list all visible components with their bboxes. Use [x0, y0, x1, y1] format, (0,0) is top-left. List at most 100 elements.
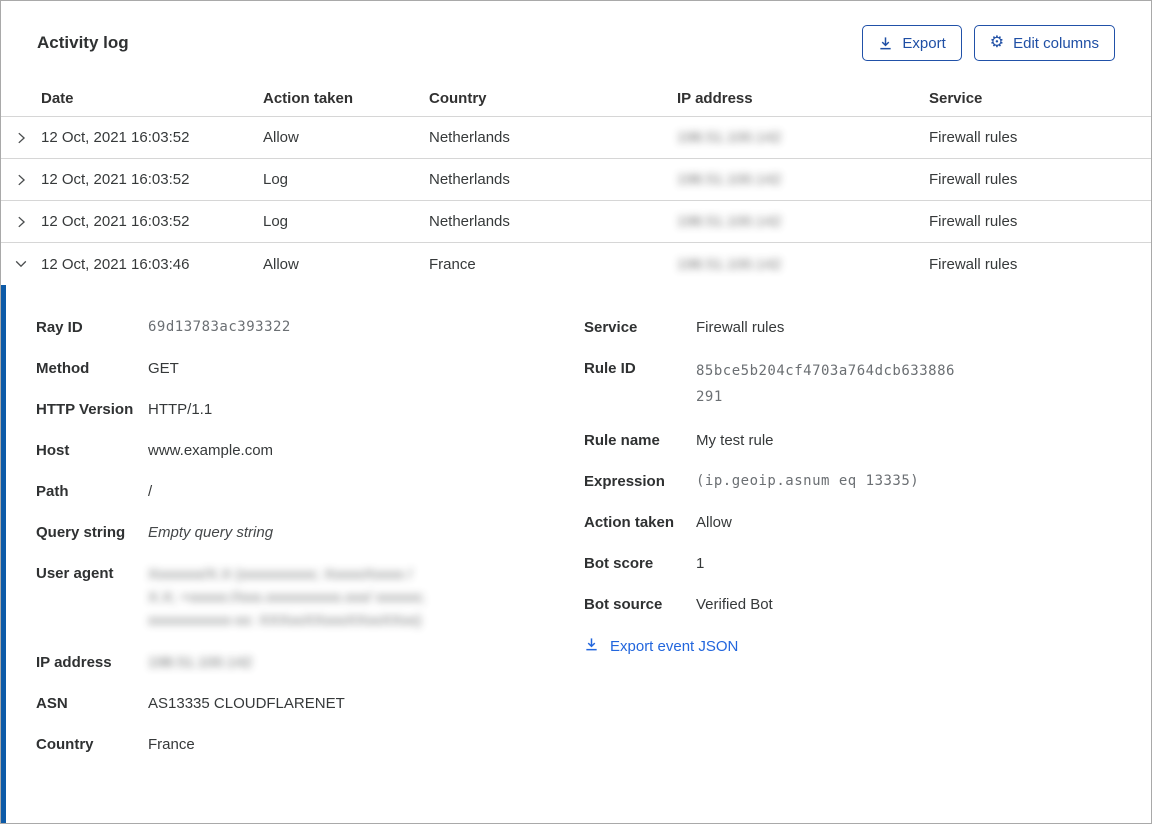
- detail-field-country: Country France: [36, 734, 584, 755]
- column-header-ip-address: IP address: [677, 90, 753, 107]
- detail-field-ip-address: IP address 198.51.100.142: [36, 652, 584, 673]
- row-date: 12 Oct, 2021 16:03:52: [41, 213, 190, 230]
- field-label: Method: [36, 360, 90, 377]
- bot-score-value: 1: [696, 555, 705, 572]
- row-action-taken: Log: [263, 171, 289, 188]
- field-label: ASN: [36, 695, 68, 712]
- country-value: France: [148, 736, 195, 753]
- field-label: Rule ID: [584, 360, 636, 377]
- row-country: Netherlands: [429, 129, 510, 146]
- field-label: Host: [36, 442, 70, 459]
- topbar: Activity log Export ⚙ Edit columns: [1, 1, 1151, 81]
- gear-icon: ⚙: [989, 34, 1005, 51]
- field-label: Query string: [36, 524, 126, 541]
- field-label: IP address: [36, 654, 112, 671]
- export-button-label: Export: [902, 34, 946, 52]
- detail-field-rule-name: Rule name My test rule: [584, 430, 1115, 451]
- field-label: HTTP Version: [36, 401, 134, 418]
- column-header-country: Country: [429, 90, 487, 107]
- detail-field-rule-id: Rule ID 85bce5b204cf4703a764dcb633886291: [584, 358, 1115, 410]
- row-ip-address-redacted: 198.51.100.142: [677, 255, 782, 273]
- event-details-right-column: Service Firewall rules Rule ID 85bce5b20…: [584, 317, 1115, 813]
- table-row[interactable]: 12 Oct, 2021 16:03:52 Allow Netherlands …: [1, 117, 1151, 159]
- row-action-taken: Allow: [263, 255, 299, 273]
- field-label: Rule name: [584, 432, 660, 449]
- detail-field-service: Service Firewall rules: [584, 317, 1115, 338]
- expression-value: (ip.geoip.asnum eq 13335): [696, 473, 920, 489]
- detail-field-method: Method GET: [36, 358, 584, 379]
- host-value: www.example.com: [148, 442, 274, 459]
- expand-chevron-right-icon[interactable]: [1, 173, 41, 187]
- detail-field-path: Path /: [36, 481, 584, 502]
- bot-source-value: Verified Bot: [696, 596, 773, 613]
- field-label: Action taken: [584, 514, 675, 531]
- activity-log-panel: Activity log Export ⚙ Edit columns Date …: [0, 0, 1152, 824]
- row-action-taken: Log: [263, 213, 289, 230]
- row-date: 12 Oct, 2021 16:03:52: [41, 171, 190, 188]
- expand-chevron-right-icon[interactable]: [1, 131, 41, 145]
- row-service: Firewall rules: [929, 213, 1018, 230]
- action-taken-value: Allow: [696, 514, 732, 531]
- table-header: Date Action taken Country IP address Ser…: [1, 81, 1151, 117]
- detail-field-host: Host www.example.com: [36, 440, 584, 461]
- row-country: France: [429, 255, 476, 273]
- edit-columns-button-label: Edit columns: [1013, 34, 1099, 52]
- page-title: Activity log: [37, 33, 129, 52]
- field-label: Service: [584, 319, 638, 336]
- row-service: Firewall rules: [929, 171, 1018, 188]
- detail-field-bot-source: Bot source Verified Bot: [584, 594, 1115, 615]
- ip-address-value-redacted: 198.51.100.142: [148, 654, 253, 671]
- row-service: Firewall rules: [929, 129, 1018, 146]
- row-service: Firewall rules: [929, 255, 1018, 273]
- column-header-service: Service: [929, 90, 983, 107]
- table-row[interactable]: 12 Oct, 2021 16:03:52 Log Netherlands 19…: [1, 159, 1151, 201]
- expand-chevron-right-icon[interactable]: [1, 215, 41, 229]
- detail-field-user-agent: User agent Xxxxxxx/X.X (xxxxxxxxxx; Xxxx…: [36, 563, 584, 632]
- table-row-expanded[interactable]: 12 Oct, 2021 16:03:46 Allow France 198.5…: [1, 243, 1151, 285]
- detail-field-asn: ASN AS13335 CLOUDFLARENET: [36, 693, 584, 714]
- event-details-left-column: Ray ID 69d13783ac393322 Method GET HTTP …: [36, 317, 584, 813]
- row-country: Netherlands: [429, 171, 510, 188]
- row-ip-address-redacted: 198.51.100.142: [677, 129, 782, 146]
- event-details-panel: Ray ID 69d13783ac393322 Method GET HTTP …: [1, 285, 1151, 823]
- detail-field-ray-id: Ray ID 69d13783ac393322: [36, 317, 584, 338]
- user-agent-value-redacted: Xxxxxxx/X.X (xxxxxxxxxx; XxxxxXxxxx / X.…: [148, 566, 426, 629]
- collapse-chevron-down-icon[interactable]: [1, 257, 41, 271]
- download-icon: [584, 637, 599, 656]
- detail-field-expression: Expression (ip.geoip.asnum eq 13335): [584, 471, 1115, 492]
- path-value: /: [148, 483, 153, 500]
- field-label: Country: [36, 736, 94, 753]
- method-value: GET: [148, 360, 179, 377]
- export-button[interactable]: Export: [862, 25, 962, 61]
- row-action-taken: Allow: [263, 129, 299, 146]
- detail-field-query-string: Query string Empty query string: [36, 522, 584, 543]
- column-header-action-taken: Action taken: [263, 90, 354, 107]
- ray-id-value: 69d13783ac393322: [148, 319, 291, 335]
- download-icon: [878, 36, 893, 51]
- http-version-value: HTTP/1.1: [148, 401, 213, 418]
- field-label: Ray ID: [36, 319, 83, 336]
- asn-value: AS13335 CLOUDFLARENET: [148, 695, 345, 712]
- export-event-json-link[interactable]: Export event JSON: [584, 637, 738, 656]
- field-label: Bot score: [584, 555, 654, 572]
- detail-field-action-taken: Action taken Allow: [584, 512, 1115, 533]
- service-value: Firewall rules: [696, 319, 785, 336]
- column-header-date: Date: [41, 90, 74, 107]
- rule-id-value: 85bce5b204cf4703a764dcb633886291: [696, 363, 955, 405]
- field-label: Expression: [584, 473, 665, 490]
- row-ip-address-redacted: 198.51.100.142: [677, 171, 782, 188]
- row-country: Netherlands: [429, 213, 510, 230]
- field-label: Path: [36, 483, 69, 500]
- toolbar-actions: Export ⚙ Edit columns: [862, 25, 1115, 61]
- field-label: Bot source: [584, 596, 663, 613]
- query-string-value: Empty query string: [148, 524, 274, 541]
- detail-field-bot-score: Bot score 1: [584, 553, 1115, 574]
- edit-columns-button[interactable]: ⚙ Edit columns: [973, 25, 1115, 61]
- table-row[interactable]: 12 Oct, 2021 16:03:52 Log Netherlands 19…: [1, 201, 1151, 243]
- detail-field-http-version: HTTP Version HTTP/1.1: [36, 399, 584, 420]
- row-date: 12 Oct, 2021 16:03:46: [41, 255, 190, 273]
- export-event-json-label: Export event JSON: [610, 638, 739, 655]
- row-date: 12 Oct, 2021 16:03:52: [41, 129, 190, 146]
- rule-name-value: My test rule: [696, 432, 774, 449]
- field-label: User agent: [36, 565, 114, 582]
